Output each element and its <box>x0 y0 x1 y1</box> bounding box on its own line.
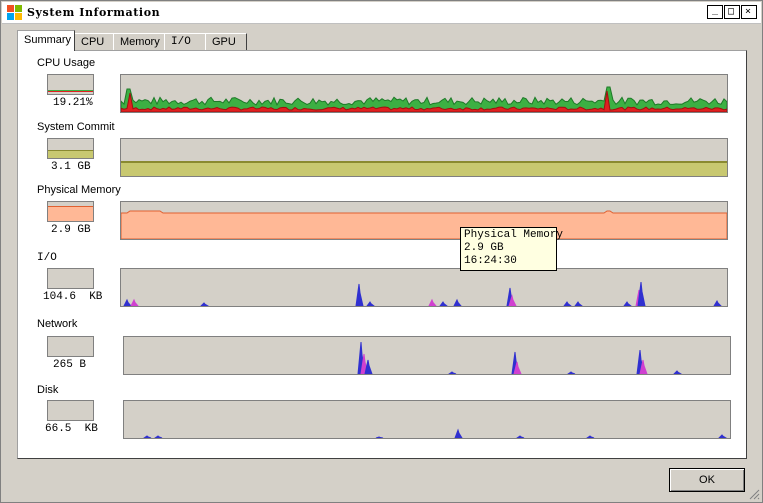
io-spike <box>130 298 139 306</box>
physical-memory-tooltip: Physical Memory 2.9 GB 16:24:30 <box>460 227 564 271</box>
physical-memory-mini-graph <box>47 201 94 222</box>
resize-grip-icon[interactable] <box>748 488 760 500</box>
io-spike <box>713 299 722 306</box>
physical-memory-graph <box>120 201 728 240</box>
network-value: 265 B <box>53 359 87 371</box>
close-button[interactable]: × <box>741 5 757 19</box>
io-spike <box>563 301 572 306</box>
disk-spike <box>516 435 525 438</box>
disk-spike <box>375 436 384 438</box>
title-bar[interactable]: System Information _ □ × <box>2 2 761 24</box>
disk-mini-graph <box>47 400 94 421</box>
system-commit-graph <box>120 138 728 177</box>
network-spike <box>673 370 682 374</box>
io-spike <box>366 301 375 306</box>
tab-summary[interactable]: Summary <box>17 30 75 51</box>
tab-cpu[interactable]: CPU <box>74 33 114 51</box>
tooltip-title: Physical Memory <box>464 229 564 241</box>
disk-spike <box>454 428 463 438</box>
io-spike <box>439 301 448 306</box>
tab-io[interactable]: I/O <box>164 33 206 51</box>
io-value: 104.6 KB <box>43 291 103 303</box>
cpu-usage-graph <box>120 74 728 113</box>
network-spike <box>364 359 373 374</box>
disk-label: Disk <box>37 384 59 396</box>
tab-memory[interactable]: Memory <box>113 33 165 51</box>
io-spike <box>623 301 632 306</box>
io-graph <box>120 268 728 307</box>
io-mini-graph <box>47 268 94 289</box>
disk-spike <box>718 434 727 438</box>
io-spike <box>428 298 437 306</box>
memory-area <box>121 210 727 239</box>
network-spike <box>567 371 576 374</box>
physical-memory-value: 2.9 GB <box>51 224 91 236</box>
tooltip-time: 16:24:30 <box>464 255 517 267</box>
physical-memory-label: Physical Memory <box>37 184 121 196</box>
tab-strip: Summary CPU Memory I/O GPU <box>17 30 247 51</box>
minimize-icon: _ <box>712 4 719 15</box>
maximize-button[interactable]: □ <box>724 5 740 19</box>
network-graph <box>123 336 731 375</box>
disk-value: 66.5 KB <box>45 423 98 435</box>
tab-gpu[interactable]: GPU <box>205 33 247 51</box>
network-mini-graph <box>47 336 94 357</box>
tooltip-value: 2.9 GB <box>464 242 504 254</box>
close-icon: × <box>745 6 752 17</box>
io-spike <box>355 283 364 306</box>
io-spike <box>574 301 583 306</box>
system-commit-value: 3.1 GB <box>51 161 91 173</box>
disk-spike <box>154 435 163 438</box>
cpu-usage-value: 19.21% <box>53 97 93 109</box>
network-label: Network <box>37 318 78 330</box>
disk-graph <box>123 400 731 439</box>
cpu-usage-label: CPU Usage <box>37 57 96 69</box>
minimize-button[interactable]: _ <box>707 4 723 19</box>
disk-spike <box>586 435 595 438</box>
network-spike <box>448 371 457 374</box>
windows-logo-icon <box>7 4 23 21</box>
summary-panel: CPU Usage 19.21% System Commit 3.1 GB Ph… <box>17 50 747 459</box>
system-commit-mini-graph <box>47 138 94 159</box>
maximize-icon: □ <box>728 6 735 17</box>
io-spike <box>200 302 209 306</box>
cpu-usage-mini-graph <box>47 74 94 95</box>
io-spike <box>453 298 462 306</box>
io-spike <box>637 281 646 306</box>
disk-spike <box>143 435 152 438</box>
system-commit-label: System Commit <box>37 121 115 133</box>
ok-button[interactable]: OK <box>669 468 745 492</box>
io-label: I/O <box>37 252 57 264</box>
system-information-window: System Information _ □ × Summary CPU Mem… <box>0 0 763 503</box>
window-title: System Information <box>27 6 161 19</box>
io-spike <box>123 298 132 306</box>
